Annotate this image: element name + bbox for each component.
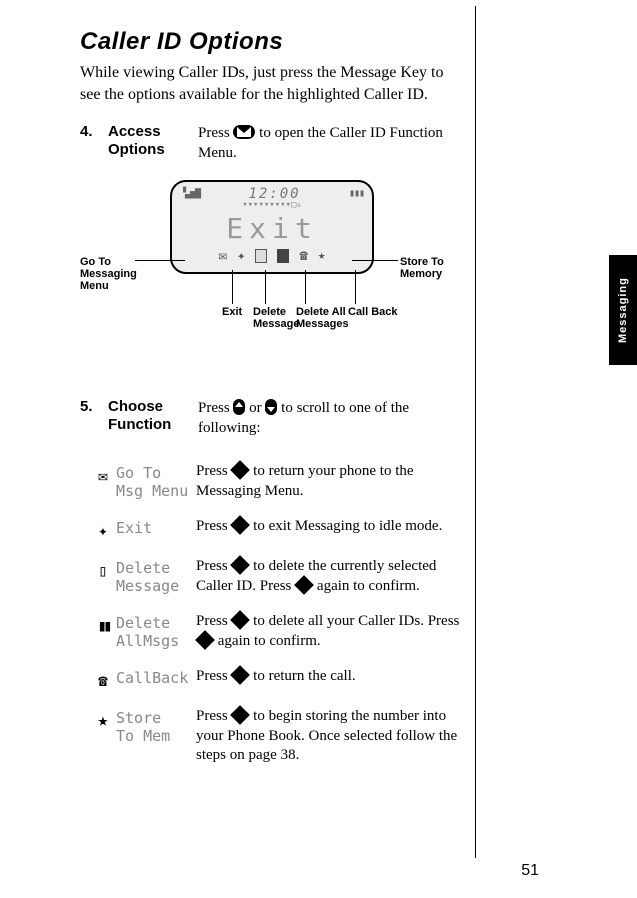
lcd-diagram: ▝▃▅▇ 12:00 ▮▮▮ ▾▾▾▾▾▾▾▾▾▢▵ Exit ✉ ✦ ☎ ⭑ … xyxy=(80,178,460,368)
fn-desc: Press to delete all your Caller IDs. Pre… xyxy=(196,612,470,651)
step-5: 5. Choose Function Press or to scroll to… xyxy=(80,398,460,439)
fn-desc: Press to return the call. xyxy=(196,667,470,687)
exit-icon: ✦ xyxy=(90,517,116,541)
side-tab: Messaging xyxy=(609,255,637,365)
fn-delete: ▯ Delete Message Press to delete the cur… xyxy=(90,557,470,596)
fn-label: Go To Msg Menu xyxy=(116,462,196,500)
step-4: 4. Access Options Press to open the Call… xyxy=(80,123,460,164)
fn-callback: ☎ CallBack Press to return the call. xyxy=(90,667,470,691)
callout-exit: Exit xyxy=(222,306,242,318)
fn-label: Exit xyxy=(116,517,196,537)
lcd-callback-icon: ☎ xyxy=(299,248,307,264)
lcd-slider: ▾▾▾▾▾▾▾▾▾▢▵ xyxy=(172,200,372,210)
fn-desc: Press to begin storing the number into y… xyxy=(196,707,470,766)
select-key-icon xyxy=(231,515,251,535)
step-desc: Press or to scroll to one of the followi… xyxy=(198,398,460,439)
lcd-big-text: Exit xyxy=(172,212,372,245)
callout-goto-menu: Go To Messaging Menu xyxy=(80,256,140,292)
select-key-icon xyxy=(231,705,251,725)
fn-store: ⭑ Store To Mem Press to begin storing th… xyxy=(90,707,470,766)
page-number: 51 xyxy=(521,862,539,880)
callout-line xyxy=(355,270,356,304)
fn-exit: ✦ Exit Press to exit Messaging to idle m… xyxy=(90,517,470,541)
fn-label: Delete AllMsgs xyxy=(116,612,196,650)
lcd-deleteall-icon xyxy=(277,249,289,263)
fn-desc: Press to exit Messaging to idle mode. xyxy=(196,517,470,537)
page: Messaging 51 Caller ID Options While vie… xyxy=(0,0,637,898)
callout-delete-all: Delete All Messages xyxy=(296,306,351,330)
step-desc: Press to open the Caller ID Function Men… xyxy=(198,123,460,164)
callout-line xyxy=(265,270,266,304)
step-label: Choose Function xyxy=(108,398,198,439)
callout-store: Store To Memory xyxy=(400,256,460,280)
step-label: Access Options xyxy=(108,123,198,164)
up-arrow-icon xyxy=(233,399,245,415)
down-arrow-icon xyxy=(265,399,277,415)
lcd-delete-icon xyxy=(255,249,267,263)
callout-line xyxy=(352,260,398,261)
store-icon: ⭑ xyxy=(90,707,116,731)
fn-desc: Press to delete the currently selected C… xyxy=(196,557,470,596)
function-list: ✉ Go To Msg Menu Press to return your ph… xyxy=(80,462,587,766)
callout-delete: Delete Message xyxy=(253,306,301,330)
lcd-goto-icon: ✉ xyxy=(219,248,227,264)
lcd-store-icon: ⭑ xyxy=(318,248,326,264)
lcd-screen: ▝▃▅▇ 12:00 ▮▮▮ ▾▾▾▾▾▾▾▾▾▢▵ Exit ✉ ✦ ☎ ⭑ xyxy=(170,180,374,274)
step-number: 5. xyxy=(80,398,108,439)
fn-desc: Press to return your phone to the Messag… xyxy=(196,462,470,501)
battery-icon: ▮▮▮ xyxy=(349,188,364,199)
select-key-icon xyxy=(294,575,314,595)
callback-icon: ☎ xyxy=(90,667,116,691)
select-key-icon xyxy=(195,630,215,650)
fn-label: Store To Mem xyxy=(116,707,196,745)
select-key-icon xyxy=(231,665,251,685)
select-key-icon xyxy=(231,555,251,575)
step-number: 4. xyxy=(80,123,108,164)
intro-text: While viewing Caller IDs, just press the… xyxy=(80,62,460,105)
signal-icon: ▝▃▅▇ xyxy=(180,188,200,199)
select-key-icon xyxy=(231,460,251,480)
callout-line xyxy=(232,270,233,304)
callout-line xyxy=(305,270,306,304)
fn-label: Delete Message xyxy=(116,557,196,595)
lcd-icon-row: ✉ ✦ ☎ ⭑ xyxy=(172,247,372,265)
lcd-exit-icon: ✦ xyxy=(237,248,245,264)
message-key-icon xyxy=(233,125,255,139)
delete-icon: ▯ xyxy=(90,557,116,581)
select-key-icon xyxy=(231,610,251,630)
delete-all-icon: ▮▮ xyxy=(90,612,116,636)
callout-line xyxy=(135,260,185,261)
page-title: Caller ID Options xyxy=(80,28,587,56)
fn-label: CallBack xyxy=(116,667,196,687)
fn-delete-all: ▮▮ Delete AllMsgs Press to delete all yo… xyxy=(90,612,470,651)
vertical-divider xyxy=(475,6,476,858)
callout-callback: Call Back xyxy=(348,306,398,318)
msg-menu-icon: ✉ xyxy=(90,462,116,486)
fn-goto: ✉ Go To Msg Menu Press to return your ph… xyxy=(90,462,470,501)
